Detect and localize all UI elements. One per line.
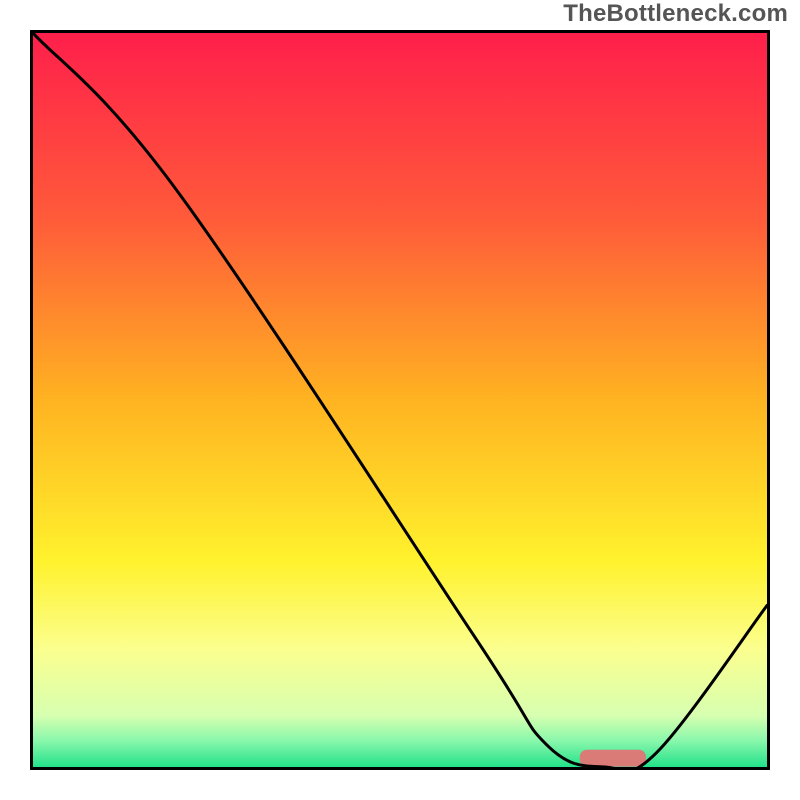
watermark-text: TheBottleneck.com [563,0,788,28]
optimal-range-marker [580,750,646,767]
plot-area [30,30,770,770]
bottleneck-curve [33,33,767,767]
